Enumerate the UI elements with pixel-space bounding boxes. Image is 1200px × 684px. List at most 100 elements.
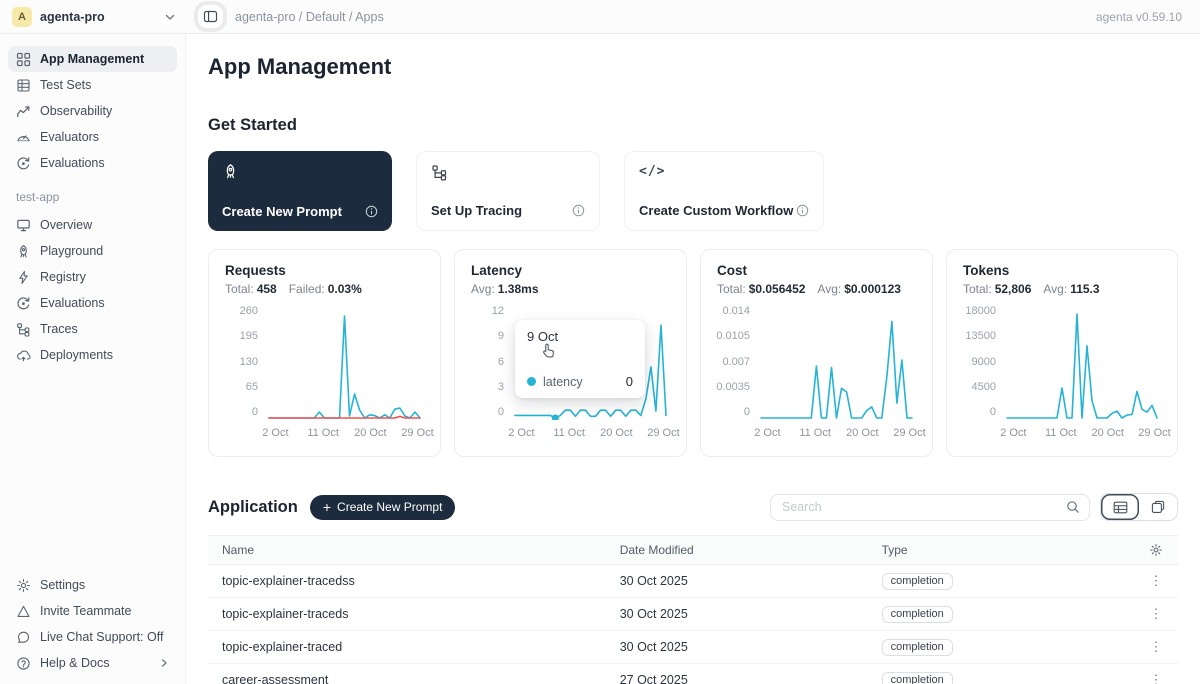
gauge-icon [16, 130, 31, 145]
sidebar-item-deployments[interactable]: Deployments [8, 342, 177, 368]
chart-tooltip: 9 Oct latency 0 [515, 320, 645, 398]
card-view-icon [1151, 500, 1165, 514]
y-tick-label: 13500 [965, 331, 996, 342]
sidebar-item-playground[interactable]: Playground [8, 238, 177, 264]
table-row[interactable]: career-assessment27 Oct 2025 completion ⋮ [208, 664, 1178, 684]
table-row[interactable]: topic-explainer-traceds30 Oct 2025comple… [208, 598, 1178, 631]
sidebar-item-test-sets[interactable]: Test Sets [8, 72, 177, 98]
row-menu-button[interactable]: ⋮ [1144, 637, 1169, 657]
create-custom-workflow-card[interactable]: </> Create Custom Workflow [624, 151, 824, 231]
breadcrumb[interactable]: agenta-pro / Default / Apps [235, 10, 384, 24]
app-name: topic-explainer-traceds [208, 607, 606, 621]
refresh-circle-icon [16, 156, 31, 171]
y-tick-label: 9 [498, 331, 504, 342]
x-tick-label: 29 Oct [893, 427, 925, 439]
cost-chart-card: Cost Total:$0.056452 Avg:$0.000123 0.014… [700, 249, 933, 457]
table-row[interactable]: topic-explainer-tracedss30 Oct 2025compl… [208, 565, 1178, 598]
table-row[interactable]: topic-explainer-traced30 Oct 2025complet… [208, 631, 1178, 664]
info-icon[interactable] [796, 204, 809, 217]
search-box [770, 494, 1090, 521]
rocket-icon [16, 244, 31, 259]
code-icon: </> [639, 164, 809, 179]
sidebar-item-label: Invite Teammate [40, 604, 131, 618]
sidebar-item-label: Evaluators [40, 130, 99, 144]
y-tick-label: 0.014 [722, 306, 750, 317]
sidebar-item-evaluations[interactable]: Evaluations [8, 150, 177, 176]
app-type-tag: completion [882, 639, 953, 656]
create-new-prompt-card[interactable]: Create New Prompt [208, 151, 392, 231]
card-view-button[interactable] [1139, 494, 1177, 520]
get-started-cards: Create New Prompt Set Up Tracing [208, 151, 1178, 231]
gear-icon [1149, 543, 1163, 557]
x-tick-label: 29 Oct [1138, 427, 1170, 439]
tooltip-value: 0 [626, 374, 633, 389]
y-tick-label: 18000 [965, 306, 996, 317]
app-date-modified: 27 Oct 2025 [606, 673, 868, 684]
sidebar-item-registry[interactable]: Registry [8, 264, 177, 290]
sidebar-item-observability[interactable]: Observability [8, 98, 177, 124]
search-icon[interactable] [1066, 500, 1080, 514]
x-axis-labels: 2 Oct11 Oct20 Oct29 Oct [267, 427, 424, 441]
app-type-tag: completion [882, 606, 953, 623]
sidebar-item-help-docs[interactable]: Help & Docs [8, 650, 177, 676]
column-header-date-modified[interactable]: Date Modified [606, 543, 868, 557]
chart-stats: Total:$0.056452 Avg:$0.000123 [717, 282, 916, 296]
sidebar-item-label: Evaluations [40, 296, 105, 310]
sidebar-item-traces[interactable]: Traces [8, 316, 177, 342]
x-axis-labels: 2 Oct11 Oct20 Oct29 Oct [1005, 427, 1161, 441]
info-icon[interactable] [572, 204, 585, 217]
y-tick-label: 0 [252, 407, 258, 418]
app-type-tag: completion [882, 672, 953, 684]
row-menu-button[interactable]: ⋮ [1144, 571, 1169, 591]
x-tick-label: 11 Oct [307, 427, 339, 439]
refresh-circle-icon [16, 296, 31, 311]
table-settings-button[interactable] [1149, 543, 1163, 557]
sidebar-item-live-chat-support[interactable]: Live Chat Support: Off [8, 624, 177, 650]
chart-title: Requests [225, 263, 424, 278]
sidebar-item-evaluators[interactable]: Evaluators [8, 124, 177, 150]
sidebar-item-label: App Management [40, 52, 144, 66]
x-tick-label: 29 Oct [401, 427, 433, 439]
create-new-prompt-button[interactable]: + Create New Prompt [310, 495, 456, 520]
app-type-tag: completion [882, 573, 953, 590]
y-tick-label: 0.0035 [716, 382, 750, 393]
sidebar-item-app-management[interactable]: App Management [8, 46, 177, 72]
chevron-right-icon [159, 658, 169, 668]
sidebar-item-settings[interactable]: Settings [8, 572, 177, 598]
sidebar-item-evaluations-project[interactable]: Evaluations [8, 290, 177, 316]
sidebar-collapse-icon [203, 9, 218, 24]
x-tick-label: 2 Oct [262, 427, 288, 439]
chevron-down-icon[interactable] [164, 11, 176, 23]
y-axis-labels: 129630 [471, 308, 513, 420]
y-tick-label: 3 [498, 382, 504, 393]
search-input[interactable] [782, 500, 1066, 514]
view-toggle [1100, 493, 1178, 521]
column-header-type[interactable]: Type [868, 543, 1134, 557]
monitor-icon [16, 218, 31, 233]
table-view-button[interactable] [1101, 494, 1139, 520]
question-circle-icon [16, 656, 31, 671]
sidebar-toggle-button[interactable] [198, 5, 223, 28]
table-icon [16, 78, 31, 93]
main-content: App Management Get Started Create New Pr… [186, 34, 1200, 684]
workspace-switcher[interactable]: A agenta-pro [0, 0, 186, 33]
sidebar-item-label: Registry [40, 270, 86, 284]
app-name: career-assessment [208, 673, 606, 684]
x-tick-label: 20 Oct [600, 427, 632, 439]
line-chart-icon [16, 104, 31, 119]
app-version: agenta v0.59.10 [1096, 10, 1182, 24]
sidebar-item-overview[interactable]: Overview [8, 212, 177, 238]
column-header-name[interactable]: Name [208, 543, 606, 557]
hand-cursor-icon [539, 342, 557, 360]
x-tick-label: 20 Oct [1091, 427, 1123, 439]
sidebar-item-invite-teammate[interactable]: Invite Teammate [8, 598, 177, 624]
sidebar-item-label: Observability [40, 104, 112, 118]
row-menu-button[interactable]: ⋮ [1144, 604, 1169, 624]
set-up-tracing-card[interactable]: Set Up Tracing [416, 151, 600, 231]
row-menu-button[interactable]: ⋮ [1144, 670, 1169, 684]
sidebar-item-label: Deployments [40, 348, 113, 362]
sidebar: App Management Test Sets Observability E… [0, 34, 186, 684]
info-icon[interactable] [365, 205, 378, 218]
x-tick-label: 20 Oct [846, 427, 878, 439]
sidebar-item-label: Overview [40, 218, 92, 232]
